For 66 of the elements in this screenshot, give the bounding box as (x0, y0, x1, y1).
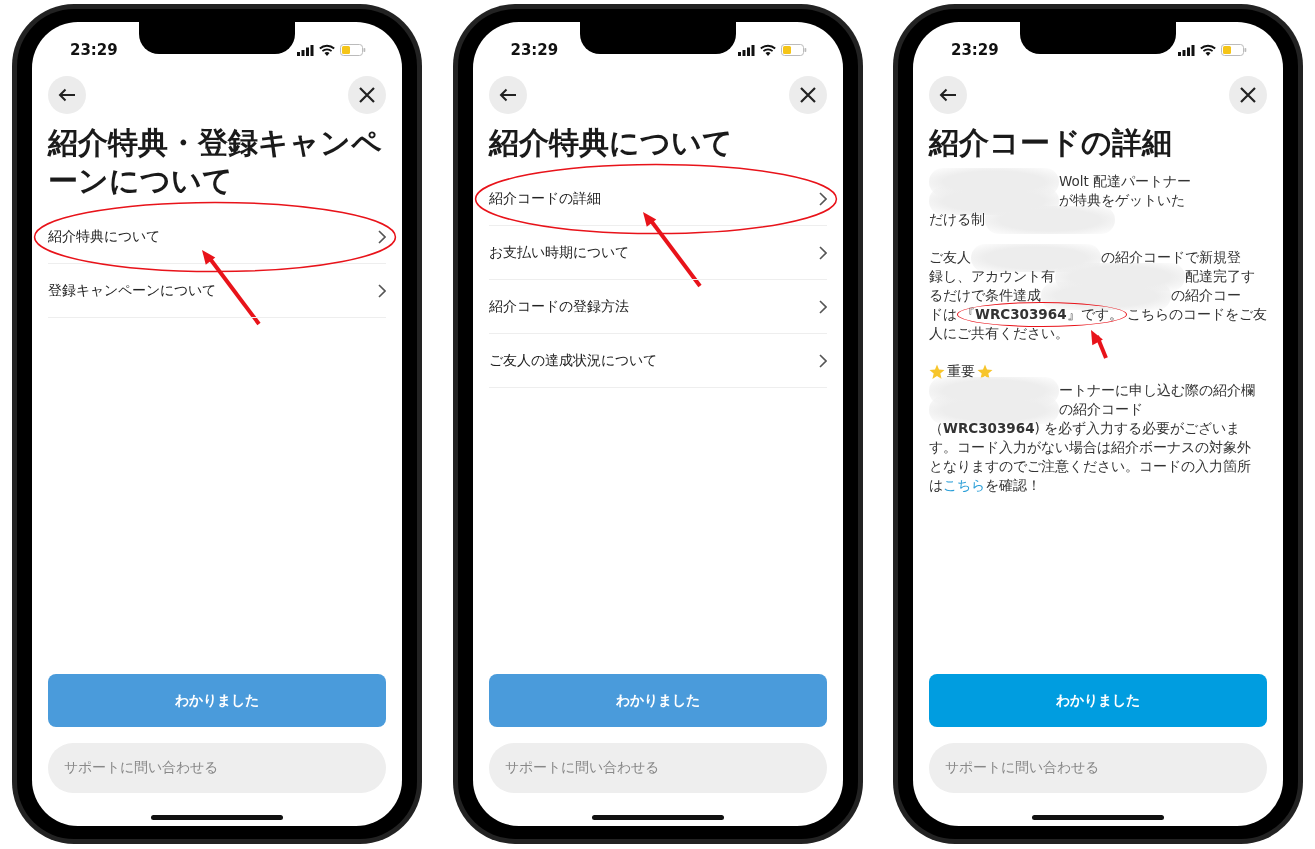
close-button[interactable] (348, 76, 386, 114)
menu-item[interactable]: ご友人の達成状況について (488, 334, 827, 388)
status-time: 23:29 (70, 41, 118, 59)
body-text: ドは (929, 305, 957, 324)
back-arrow-icon (498, 88, 517, 102)
wifi-icon (319, 44, 335, 56)
signal-icon (737, 44, 755, 56)
body-text: だける制 (929, 210, 985, 229)
page-title: 紹介コードの詳細 (929, 124, 1173, 162)
body-text: （WRC303964) を必ず入力する必要がございま (929, 419, 1241, 438)
section-heading: 重要 (947, 362, 975, 381)
body-text: となりますのでご注意ください。コードの入力箇所 (929, 457, 1251, 476)
chevron-icon (378, 283, 386, 298)
body-text: こちらのコードをご友 (1126, 305, 1267, 324)
back-button[interactable] (48, 76, 86, 114)
menu-item[interactable]: 登録キャンペーンについて (48, 264, 386, 318)
back-arrow-icon (939, 88, 957, 102)
battery-icon (1221, 44, 1247, 56)
page-title: 紹介特典について (488, 124, 734, 162)
body-text: す。コード入力がない場合は紹介ボーナスの対象外 (929, 438, 1251, 457)
battery-icon (780, 44, 807, 56)
close-icon (799, 87, 816, 103)
contact-support-button[interactable]: サポートに問い合わせる (929, 743, 1267, 793)
body-text: の紹介コード (1059, 400, 1143, 419)
star-icon (929, 363, 945, 380)
wifi-icon (1200, 44, 1216, 56)
body-text: ートナーに申し込む際の紹介欄 (1059, 381, 1255, 400)
wifi-icon (759, 44, 776, 56)
body-text: 録し、アカウント有 (929, 267, 1055, 286)
chevron-icon (818, 191, 827, 206)
back-arrow-icon (58, 88, 76, 102)
body-text: の紹介コードで新規登 (1101, 248, 1241, 267)
body-text: 人にご共有ください。 (929, 324, 1069, 343)
menu-item[interactable]: 紹介コードの登録方法 (488, 280, 827, 334)
confirm-button[interactable]: わかりました (48, 674, 386, 727)
body-text: ご友人 (929, 248, 971, 267)
chevron-icon (818, 245, 827, 260)
body-text: Wolt 配達パートナー (1059, 172, 1192, 191)
star-icon (977, 363, 993, 380)
body-text: を確認！ (985, 476, 1041, 495)
confirm-button[interactable]: わかりました (488, 674, 827, 727)
back-button[interactable] (488, 76, 527, 114)
chevron-icon (818, 353, 827, 368)
contact-support-button[interactable]: サポートに問い合わせる (48, 743, 386, 793)
body-text: の紹介コー (1171, 286, 1241, 305)
body-text: 配達完了す (1185, 267, 1255, 286)
body-text: は (929, 476, 943, 495)
close-icon (1240, 87, 1256, 103)
page-title: 紹介特典・登録キャンペーンについて (48, 124, 383, 200)
back-button[interactable] (929, 76, 967, 114)
here-link[interactable]: こちら (943, 476, 985, 495)
chevron-icon (378, 229, 386, 244)
menu-item[interactable]: お支払い時期について (488, 226, 827, 280)
close-button[interactable] (788, 76, 827, 114)
battery-icon (340, 44, 366, 56)
body-text: が特典をゲットいた (1059, 191, 1185, 210)
signal-icon (1178, 44, 1195, 56)
signal-icon (297, 44, 314, 56)
chevron-icon (818, 299, 827, 314)
close-button[interactable] (1229, 76, 1267, 114)
body-text: るだけで条件達成 (929, 286, 1041, 305)
confirm-button[interactable]: わかりました (929, 674, 1267, 727)
close-icon (359, 87, 375, 103)
status-time: 23:29 (510, 41, 559, 59)
status-time: 23:29 (951, 41, 999, 59)
contact-support-button[interactable]: サポートに問い合わせる (488, 743, 827, 793)
